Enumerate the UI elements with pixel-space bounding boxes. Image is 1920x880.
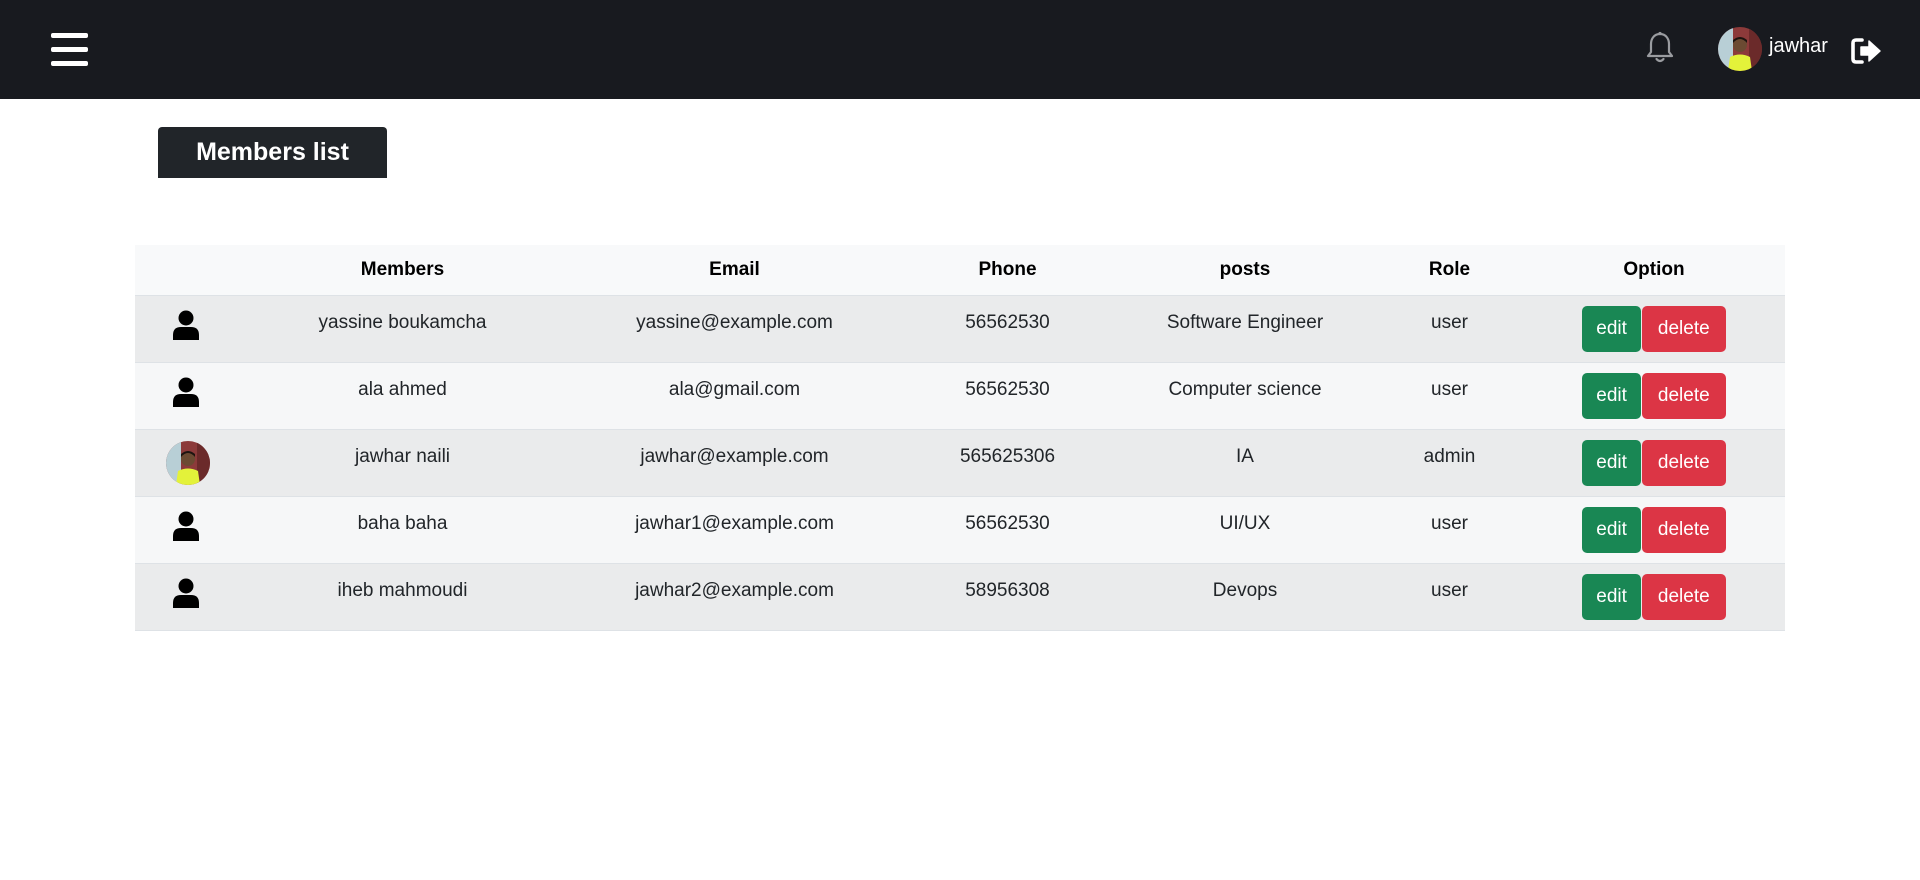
member-role: admin (1376, 429, 1523, 497)
member-email: ala@gmail.com (568, 362, 901, 430)
member-name: jawhar naili (237, 429, 568, 497)
logout-icon[interactable] (1851, 36, 1883, 66)
member-phone: 58956308 (901, 563, 1114, 631)
member-email: jawhar1@example.com (568, 496, 901, 564)
member-name: ala ahmed (237, 362, 568, 430)
member-name: iheb mahmoudi (237, 563, 568, 631)
member-role: user (1376, 563, 1523, 631)
avatar-cell (135, 563, 237, 631)
member-name: baha baha (237, 496, 568, 564)
options-cell: edit delete (1523, 496, 1785, 564)
delete-button[interactable]: delete (1641, 440, 1726, 486)
member-post: IA (1114, 429, 1376, 497)
user-menu[interactable]: jawhar (1718, 27, 1828, 71)
page-title: Members list (158, 127, 387, 178)
avatar-cell (135, 295, 237, 363)
member-post: Devops (1114, 563, 1376, 631)
username: jawhar (1769, 34, 1828, 57)
options-cell: edit delete (1523, 362, 1785, 430)
member-phone: 565625306 (901, 429, 1114, 497)
person-icon (173, 310, 199, 340)
member-email: yassine@example.com (568, 295, 901, 363)
member-post: Computer science (1114, 362, 1376, 430)
column-header-phone: Phone (901, 245, 1114, 296)
member-email: jawhar2@example.com (568, 563, 901, 631)
top-navbar: jawhar (0, 0, 1920, 99)
person-icon (173, 578, 199, 608)
column-header-role: Role (1376, 245, 1523, 296)
member-phone: 56562530 (901, 295, 1114, 363)
member-phone: 56562530 (901, 496, 1114, 564)
table-row: yassine boukamcha yassine@example.com 56… (135, 295, 1785, 363)
member-role: user (1376, 362, 1523, 430)
delete-button[interactable]: delete (1641, 306, 1726, 352)
table-row: ala ahmed ala@gmail.com 56562530 Compute… (135, 362, 1785, 430)
member-phone: 56562530 (901, 362, 1114, 430)
person-icon (173, 511, 199, 541)
edit-button[interactable]: edit (1582, 574, 1641, 620)
member-post: Software Engineer (1114, 295, 1376, 363)
delete-button[interactable]: delete (1641, 507, 1726, 553)
avatar (1718, 27, 1762, 71)
table-row: iheb mahmoudi jawhar2@example.com 589563… (135, 563, 1785, 631)
column-header-posts: posts (1114, 245, 1376, 296)
delete-button[interactable]: delete (1641, 373, 1726, 419)
table-row: jawhar naili jawhar@example.com 56562530… (135, 429, 1785, 497)
avatar-cell (135, 429, 237, 497)
options-cell: edit delete (1523, 563, 1785, 631)
avatar-cell (135, 362, 237, 430)
member-post: UI/UX (1114, 496, 1376, 564)
edit-button[interactable]: edit (1582, 373, 1641, 419)
members-table: Members Email Phone posts Role Option ya… (135, 245, 1785, 631)
delete-button[interactable]: delete (1641, 574, 1726, 620)
edit-button[interactable]: edit (1582, 507, 1641, 553)
member-name: yassine boukamcha (237, 295, 568, 363)
column-header-avatar (135, 245, 237, 296)
options-cell: edit delete (1523, 429, 1785, 497)
member-role: user (1376, 496, 1523, 564)
column-header-email: Email (568, 245, 901, 296)
edit-button[interactable]: edit (1582, 306, 1641, 352)
menu-icon[interactable] (51, 33, 88, 67)
avatar-cell (135, 496, 237, 564)
avatar (166, 441, 210, 485)
table-row: baha baha jawhar1@example.com 56562530 U… (135, 496, 1785, 564)
table-header-row: Members Email Phone posts Role Option (135, 245, 1785, 296)
member-email: jawhar@example.com (568, 429, 901, 497)
edit-button[interactable]: edit (1582, 440, 1641, 486)
options-cell: edit delete (1523, 295, 1785, 363)
person-icon (173, 377, 199, 407)
bell-icon[interactable] (1644, 31, 1676, 65)
column-header-option: Option (1523, 245, 1785, 296)
column-header-members: Members (237, 245, 568, 296)
member-role: user (1376, 295, 1523, 363)
